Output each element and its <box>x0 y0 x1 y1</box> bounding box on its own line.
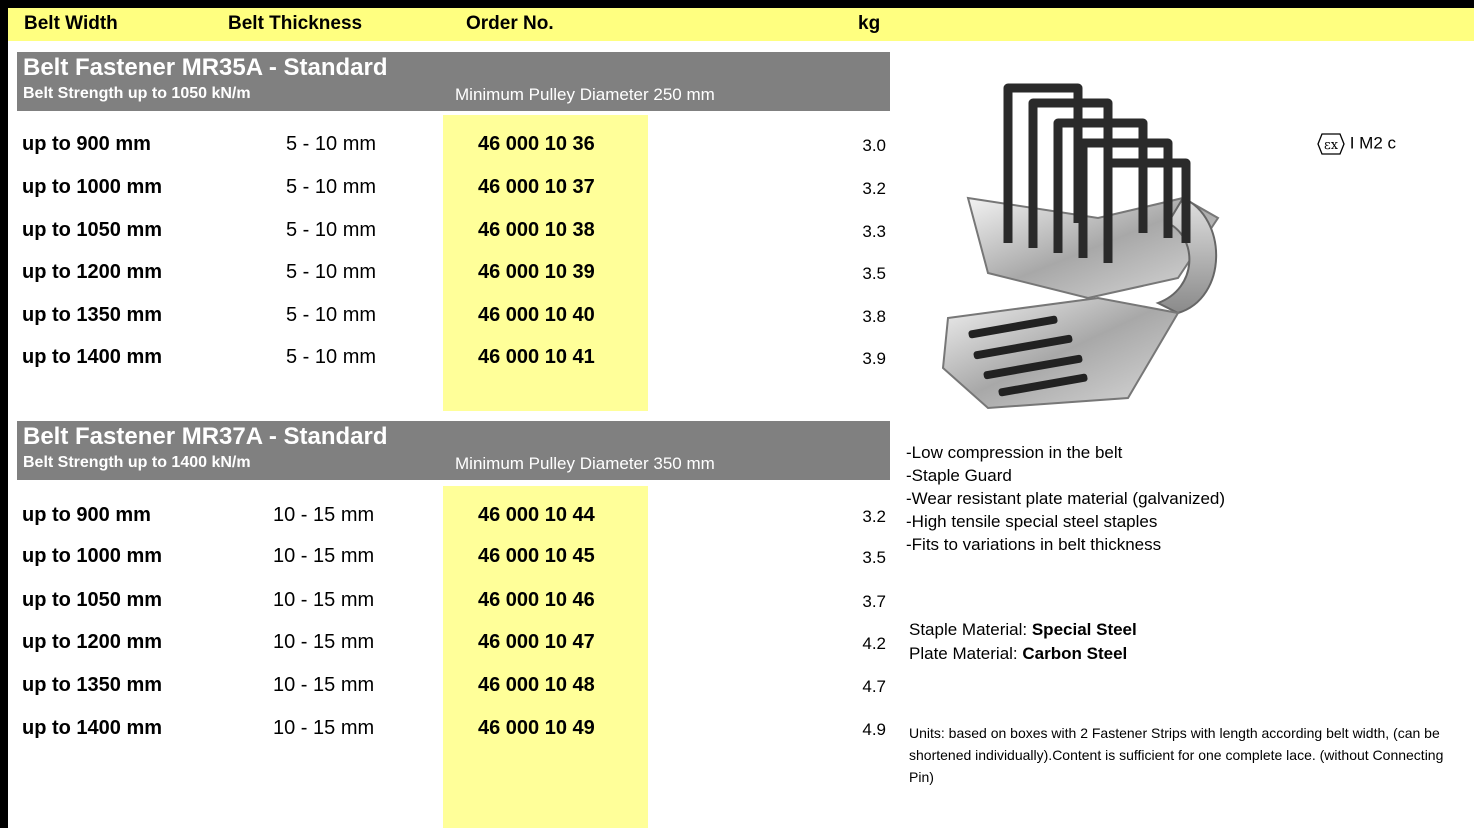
weight-cell: 4.2 <box>862 634 886 653</box>
belt-thickness-cell: 10 - 15 mm <box>273 717 375 739</box>
weight-cell: 3.3 <box>862 222 886 241</box>
table-row: up to 1200 mm 10 - 15 mm 46 000 10 47 4.… <box>0 631 886 659</box>
order-number-cell: 46 000 10 47 <box>478 631 595 653</box>
belt-fastener-image <box>941 83 1220 410</box>
belt-thickness-cell: 10 - 15 mm <box>273 545 375 567</box>
section-strength: Belt Strength up to 1400 kN/m <box>23 454 251 471</box>
section-header-mr37a: Belt Fastener MR37A - Standard Belt Stre… <box>17 421 890 480</box>
list-item: -High tensile special steel staples <box>906 512 1158 531</box>
weight-cell: 3.7 <box>862 592 886 611</box>
section-pulley: Minimum Pulley Diameter 250 mm <box>455 85 715 104</box>
order-number-cell: 46 000 10 44 <box>478 504 595 526</box>
weight-cell: 4.7 <box>862 677 886 696</box>
belt-thickness-cell: 5 - 10 mm <box>286 261 377 283</box>
belt-width-cell: up to 900 mm <box>22 133 151 155</box>
belt-width-cell: up to 1400 mm <box>22 346 163 368</box>
list-item: -Low compression in the belt <box>906 443 1123 462</box>
staple-material-value: Special Steel <box>1031 620 1137 639</box>
belt-thickness-cell: 5 - 10 mm <box>286 346 377 368</box>
belt-thickness-cell: 10 - 15 mm <box>273 674 375 696</box>
header-kg: kg <box>858 13 881 34</box>
staple-material-label: Staple Material: <box>909 620 1032 639</box>
belt-width-cell: up to 1000 mm <box>22 545 163 567</box>
belt-width-cell: up to 1350 mm <box>22 304 163 326</box>
belt-thickness-cell: 5 - 10 mm <box>286 304 377 326</box>
belt-thickness-cell: 10 - 15 mm <box>273 631 375 653</box>
weight-cell: 3.2 <box>862 179 886 198</box>
weight-cell: 3.2 <box>862 507 886 526</box>
list-item: -Staple Guard <box>906 466 1012 485</box>
belt-width-cell: up to 1200 mm <box>22 631 163 653</box>
section-title: Belt Fastener MR35A - Standard <box>23 54 388 81</box>
belt-width-cell: up to 1350 mm <box>22 674 163 696</box>
list-item: -Wear resistant plate material (galvaniz… <box>906 489 1226 508</box>
table-row: up to 1000 mm 10 - 15 mm 46 000 10 45 3.… <box>0 545 886 573</box>
table-row: up to 1050 mm 5 - 10 mm 46 000 10 38 3.3 <box>0 219 886 247</box>
belt-width-cell: up to 1000 mm <box>22 176 163 198</box>
weight-cell: 3.8 <box>862 307 886 326</box>
order-number-cell: 46 000 10 36 <box>478 133 595 155</box>
section-header-mr35a: Belt Fastener MR35A - Standard Belt Stre… <box>17 52 890 111</box>
weight-cell: 3.0 <box>862 136 886 155</box>
table-mr37a: up to 900 mm 10 - 15 mm 46 000 10 44 3.2… <box>0 504 886 764</box>
belt-width-cell: up to 1050 mm <box>22 219 163 241</box>
order-number-cell: 46 000 10 40 <box>478 304 595 326</box>
belt-thickness-cell: 5 - 10 mm <box>286 176 377 198</box>
section-strength: Belt Strength up to 1050 kN/m <box>23 85 251 102</box>
order-number-cell: 46 000 10 41 <box>478 346 595 368</box>
order-number-cell: 46 000 10 38 <box>478 219 595 241</box>
staple-material: Staple Material: Special Steel <box>909 618 1137 642</box>
plate-material-value: Carbon Steel <box>1022 644 1128 663</box>
table-row: up to 1350 mm 5 - 10 mm 46 000 10 40 3.8 <box>0 304 886 332</box>
table-row: up to 900 mm 5 - 10 mm 46 000 10 36 3.0 <box>0 133 886 161</box>
section-title: Belt Fastener MR37A - Standard <box>23 423 388 450</box>
belt-width-cell: up to 1050 mm <box>22 589 163 611</box>
belt-width-cell: up to 1200 mm <box>22 261 163 283</box>
order-number-cell: 46 000 10 48 <box>478 674 595 696</box>
table-mr35a: up to 900 mm 5 - 10 mm 46 000 10 36 3.0 … <box>0 133 886 393</box>
svg-text:εx: εx <box>1324 138 1339 153</box>
section-pulley: Minimum Pulley Diameter 350 mm <box>455 454 715 473</box>
order-number-cell: 46 000 10 49 <box>478 717 595 739</box>
belt-width-cell: up to 1400 mm <box>22 717 163 739</box>
plate-material: Plate Material: Carbon Steel <box>909 642 1137 666</box>
plate-material-label: Plate Material: <box>909 644 1023 663</box>
header-belt-thickness: Belt Thickness <box>228 13 363 34</box>
belt-thickness-cell: 10 - 15 mm <box>273 589 375 611</box>
table-row: up to 900 mm 10 - 15 mm 46 000 10 44 3.2 <box>0 504 886 532</box>
belt-thickness-cell: 10 - 15 mm <box>273 504 375 526</box>
table-row: up to 1400 mm 10 - 15 mm 46 000 10 49 4.… <box>0 717 886 745</box>
weight-cell: 4.9 <box>862 720 886 739</box>
units-note: Units: based on boxes with 2 Fastener St… <box>909 725 1444 785</box>
table-row: up to 1000 mm 5 - 10 mm 46 000 10 37 3.2 <box>0 176 886 204</box>
weight-cell: 3.9 <box>862 349 886 368</box>
feature-list: -Low compression in the belt -Staple Gua… <box>906 441 1225 556</box>
header-order-no: Order No. <box>466 13 554 34</box>
header-belt-width: Belt Width <box>24 13 118 34</box>
top-border <box>0 0 1474 8</box>
order-number-cell: 46 000 10 39 <box>478 261 595 283</box>
ex-mark-text: I M2 c <box>1349 133 1397 153</box>
ex-hexagon-icon: εx <box>1317 133 1345 155</box>
materials-block: Staple Material: Special Steel Plate Mat… <box>909 618 1137 666</box>
belt-thickness-cell: 5 - 10 mm <box>286 219 377 241</box>
table-row: up to 1400 mm 5 - 10 mm 46 000 10 41 3.9 <box>0 346 886 374</box>
weight-cell: 3.5 <box>862 548 886 567</box>
order-number-cell: 46 000 10 46 <box>478 589 595 611</box>
belt-thickness-cell: 5 - 10 mm <box>286 133 377 155</box>
order-number-cell: 46 000 10 37 <box>478 176 595 198</box>
order-number-cell: 46 000 10 45 <box>478 545 595 567</box>
table-row: up to 1350 mm 10 - 15 mm 46 000 10 48 4.… <box>0 674 886 702</box>
table-row: up to 1050 mm 10 - 15 mm 46 000 10 46 3.… <box>0 589 886 617</box>
weight-cell: 3.5 <box>862 264 886 283</box>
ex-certification-mark: εx I M2 c <box>1317 133 1396 155</box>
list-item: -Fits to variations in belt thickness <box>906 535 1162 554</box>
table-row: up to 1200 mm 5 - 10 mm 46 000 10 39 3.5 <box>0 261 886 289</box>
belt-width-cell: up to 900 mm <box>22 504 151 526</box>
